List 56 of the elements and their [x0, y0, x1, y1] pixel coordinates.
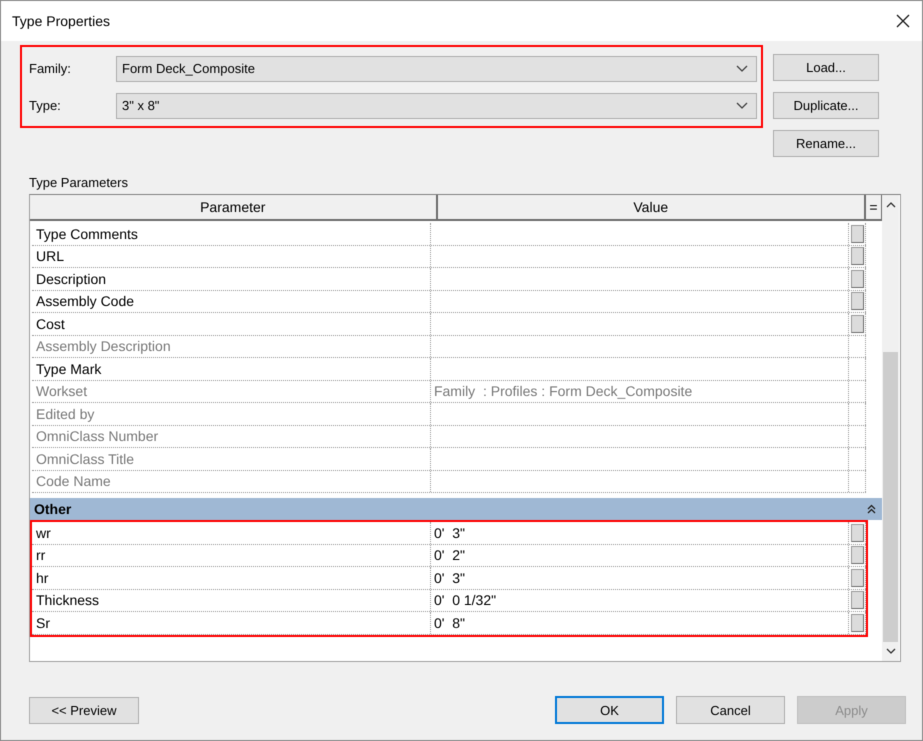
- table-cell: hr: [32, 567, 431, 588]
- chevron-down-icon[interactable]: [736, 64, 748, 72]
- table-cell: Workset: [32, 380, 431, 402]
- table-cell[interactable]: 0' 8": [430, 612, 850, 634]
- parameter-link-button[interactable]: [850, 568, 864, 587]
- table-cell: URL: [32, 246, 431, 267]
- table-cell: Cost: [32, 313, 431, 334]
- table-cell: OmniClass Number: [32, 426, 431, 447]
- table-cell: Family : Profiles : Form Deck_Composite: [430, 380, 850, 402]
- table-cell: Assembly Description: [32, 336, 431, 357]
- column-header[interactable]: Parameter: [30, 195, 438, 219]
- table-cell: Thickness: [32, 590, 431, 611]
- table-cell[interactable]: 0' 0 1/32": [430, 590, 850, 611]
- parameter-link-button[interactable]: [850, 292, 864, 310]
- parameter-link-button[interactable]: [850, 270, 864, 288]
- chevron-down-icon[interactable]: [736, 102, 748, 110]
- close-icon[interactable]: [896, 14, 910, 28]
- parameter-link-button[interactable]: [850, 314, 864, 333]
- field-label: Type:: [28, 98, 62, 113]
- caret-up-icon[interactable]: [886, 201, 896, 208]
- table-cell: Sr: [32, 612, 431, 634]
- table-cell: Assembly Code: [32, 290, 431, 312]
- table-cell: OmniClass Title: [32, 448, 431, 470]
- table-cell: Code Name: [32, 470, 431, 492]
- dropdown[interactable]: Form Deck_Composite: [116, 56, 757, 82]
- group-header[interactable]: Other: [30, 498, 882, 520]
- table-cell[interactable]: 0' 2": [430, 544, 850, 566]
- preview-button[interactable]: << Preview: [29, 696, 139, 724]
- table-cell[interactable]: 0' 3": [430, 522, 850, 544]
- column-header[interactable]: Value: [438, 195, 866, 219]
- parameter-link-button[interactable]: [850, 524, 864, 542]
- button[interactable]: OK: [555, 696, 664, 724]
- button[interactable]: Rename...: [773, 130, 879, 157]
- scrollbar[interactable]: [882, 195, 899, 661]
- parameter-link-button[interactable]: [850, 224, 864, 243]
- window-title: Type Properties: [12, 13, 110, 29]
- scrollbar-thumb[interactable]: [883, 352, 898, 642]
- parameter-link-button[interactable]: [850, 614, 864, 632]
- field-label: Family:: [28, 61, 72, 76]
- table-cell: rr: [32, 544, 431, 566]
- table-cell: Description: [32, 268, 431, 290]
- table-cell: Type Mark: [32, 358, 431, 380]
- parameter-link-button[interactable]: [850, 247, 864, 266]
- table-cell: Type Comments: [32, 223, 431, 244]
- dropdown[interactable]: 3" x 8": [116, 92, 757, 118]
- parameter-link-button[interactable]: [850, 591, 864, 610]
- table-cell[interactable]: 0' 3": [430, 567, 850, 588]
- section-label: Type Parameters: [29, 175, 129, 191]
- button[interactable]: Duplicate...: [773, 92, 879, 119]
- table-cell: Edited by: [32, 403, 431, 424]
- table-cell: wr: [32, 522, 431, 544]
- collapse-icon[interactable]: [867, 504, 876, 514]
- parameter-link-button[interactable]: [850, 546, 864, 564]
- button[interactable]: Load...: [773, 54, 879, 81]
- caret-down-icon[interactable]: [886, 648, 896, 655]
- button[interactable]: Cancel: [676, 696, 785, 724]
